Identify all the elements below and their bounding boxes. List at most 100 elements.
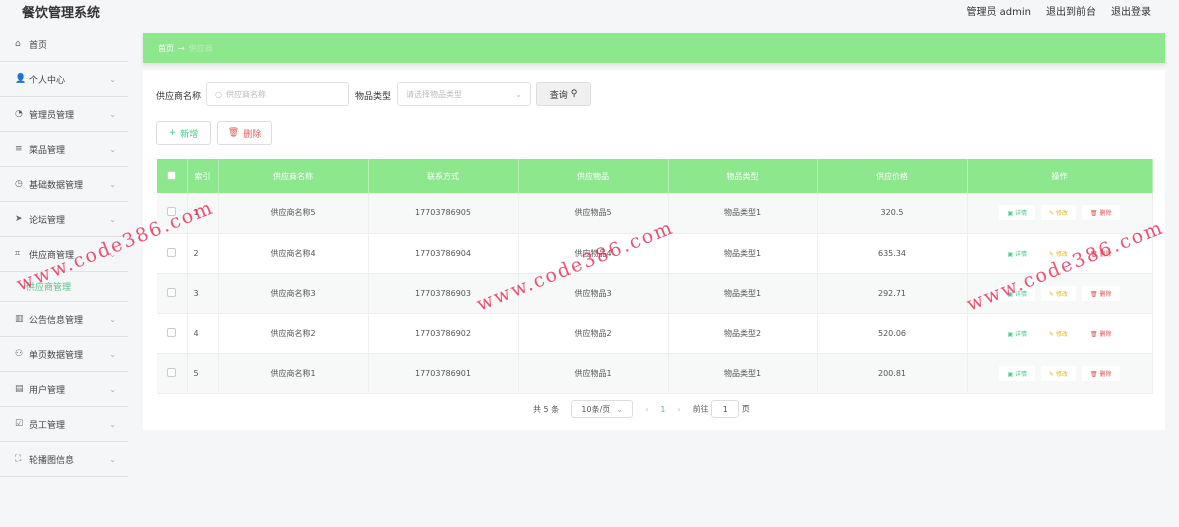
select-all-checkbox[interactable]: [157, 159, 188, 193]
sidebar-item[interactable]: ◔ 管理员管理 ⌄: [0, 97, 128, 132]
edit-button[interactable]: ✎ 修改: [1041, 365, 1076, 381]
sidebar-item[interactable]: ➤ 论坛管理 ⌄: [0, 202, 128, 237]
sidebar-item-label: 公告信息管理: [29, 315, 84, 326]
search-icon: ○: [215, 89, 222, 99]
breadcrumb-home[interactable]: 首页: [158, 43, 174, 54]
edit-button[interactable]: ✎ 修改: [1041, 205, 1076, 221]
edit-label: 修改: [1055, 370, 1068, 378]
detail-button[interactable]: ▣ 详情: [999, 245, 1036, 261]
page-1[interactable]: 1: [660, 405, 665, 414]
column-header[interactable]: 联系方式: [368, 159, 519, 193]
sidebar-item[interactable]: ▥ 公告信息管理 ⌄: [0, 302, 128, 337]
sidebar-item-label: 管理员管理: [29, 110, 75, 121]
table-cell: 17703786901: [368, 353, 519, 394]
detail-button[interactable]: ▣ 详情: [999, 325, 1036, 341]
users-icon: ⚇: [15, 349, 24, 359]
sidebar: ⌂ 首页 👤 个人中心 ⌄ ◔ 管理员管理 ⌄ ≡ 菜品管理 ⌄ ◷ 基础数据管理 ⌄ ➤ 论坛管理 ⌄ ⌗ 供应商…: [0, 27, 128, 527]
detail-label: 详情: [1015, 370, 1028, 378]
delete-label: 删除: [1099, 290, 1112, 298]
page-size-select[interactable]: 10条/页 ⌄: [571, 400, 634, 418]
delete-button[interactable]: 🗑 删除: [1082, 205, 1120, 221]
goto-label: 前往: [692, 404, 709, 414]
column-header[interactable]: 供应商名称: [218, 159, 369, 193]
table-cell: 635.34: [817, 233, 968, 274]
prev-page-button[interactable]: ‹: [645, 405, 648, 414]
edit-label: 修改: [1055, 250, 1068, 258]
delete-label: 删除: [1099, 330, 1112, 338]
row-checkbox[interactable]: [167, 287, 177, 297]
sidebar-subitem[interactable]: 供应商管理: [0, 272, 128, 302]
delete-label: 删除: [1099, 210, 1112, 218]
sidebar-item[interactable]: ▤ 用户管理 ⌄: [0, 372, 128, 407]
detail-button[interactable]: ▣ 详情: [999, 285, 1036, 301]
supplier-name-input[interactable]: ○ 供应商名称: [206, 82, 349, 106]
sidebar-item[interactable]: ⚇ 单页数据管理 ⌄: [0, 337, 128, 372]
detail-icon: ▣: [1007, 290, 1016, 298]
chevron-down-icon: ⌄: [109, 249, 116, 259]
item-type-select[interactable]: 请选择物品类型 ⌄: [397, 82, 531, 106]
edit-button[interactable]: ✎ 修改: [1041, 285, 1076, 301]
sidebar-item[interactable]: ≡ 菜品管理 ⌄: [0, 132, 128, 167]
chevron-down-icon: ⌄: [109, 454, 116, 464]
next-page-button[interactable]: ›: [677, 405, 680, 414]
chevron-down-icon: ⌄: [109, 109, 116, 119]
top-link[interactable]: 退出登录: [1111, 3, 1151, 18]
chevron-down-icon: ⌄: [109, 419, 116, 429]
query-button[interactable]: 查询 ⚲: [536, 82, 591, 106]
sidebar-item[interactable]: ⛶ 轮播图信息 ⌄: [0, 442, 128, 477]
sidebar-item-label: 单页数据管理: [29, 350, 84, 361]
supplier-name-label: 供应商名称: [156, 92, 202, 102]
table-cell: 2: [187, 233, 219, 274]
detail-button[interactable]: ▣ 详情: [999, 205, 1036, 221]
sidebar-item-label: 基础数据管理: [29, 180, 84, 191]
placeholder: 请选择物品类型: [406, 89, 462, 99]
detail-button[interactable]: ▣ 详情: [999, 365, 1036, 381]
top-link[interactable]: 管理员 admin: [966, 3, 1031, 18]
column-header[interactable]: 索引: [187, 159, 219, 193]
sidebar-item[interactable]: 👤 个人中心 ⌄: [0, 62, 128, 97]
sidebar-item[interactable]: ☑ 员工管理 ⌄: [0, 407, 128, 442]
column-header[interactable]: 供应物品: [518, 159, 669, 193]
goto-page-input[interactable]: 1: [711, 400, 740, 418]
app-title: 餐饮管理系统: [22, 6, 101, 21]
delete-button[interactable]: 🗑 删除: [1082, 365, 1120, 381]
edit-icon: ✎: [1049, 290, 1056, 298]
add-button[interactable]: + 新增: [156, 121, 211, 145]
row-checkbox[interactable]: [167, 207, 177, 217]
table-cell: 供应商名称3: [218, 273, 369, 314]
edit-button[interactable]: ✎ 修改: [1041, 245, 1076, 261]
table-cell: 供应物品2: [518, 313, 669, 354]
sidebar-item[interactable]: ⌂ 首页: [0, 27, 128, 62]
table-cell: 1: [187, 193, 219, 234]
sidebar-item-label: 个人中心: [29, 75, 66, 86]
row-checkbox[interactable]: [167, 367, 177, 377]
row-checkbox[interactable]: [167, 247, 177, 257]
delete-button[interactable]: 🗑 删除: [1082, 285, 1120, 301]
delete-button[interactable]: 🗑 删除: [1082, 245, 1120, 261]
delete-button[interactable]: 🗑 删除: [217, 121, 272, 145]
sidebar-item[interactable]: ◷ 基础数据管理 ⌄: [0, 167, 128, 202]
edit-button[interactable]: ✎ 修改: [1041, 325, 1076, 341]
delete-button[interactable]: 🗑 删除: [1082, 325, 1120, 341]
delete-label: 删除: [1099, 250, 1112, 258]
column-header[interactable]: 物品类型: [668, 159, 818, 193]
table-row: 2 供应商名称4 17703786904 供应物品4 物品类型1 635.34 ▣ 详情 ✎ …: [157, 233, 1153, 274]
chevron-down-icon: ⌄: [109, 349, 116, 359]
table-cell: 17703786902: [368, 313, 519, 354]
column-header[interactable]: 操作: [967, 159, 1153, 193]
admin-icon: ◔: [15, 109, 23, 119]
table-row: 5 供应商名称1 17703786901 供应物品1 物品类型1 200.81 ▣ 详情 ✎ …: [157, 353, 1153, 394]
detail-icon: ▣: [1007, 210, 1016, 218]
row-checkbox[interactable]: [167, 327, 177, 337]
chevron-down-icon: ⌄: [109, 314, 116, 324]
user-icon: 👤: [15, 74, 27, 84]
column-header[interactable]: 供应价格: [817, 159, 968, 193]
delete-icon: 🗑: [1090, 250, 1100, 258]
table-cell: 4: [187, 313, 219, 354]
query-label: 查询: [549, 90, 568, 101]
delete-icon: 🗑: [1090, 370, 1100, 378]
sidebar-item[interactable]: ⌗ 供应商管理 ⌄: [0, 237, 128, 272]
chevron-down-icon: ⌄: [515, 89, 522, 99]
checkbox[interactable]: [167, 170, 177, 180]
top-link[interactable]: 退出到前台: [1046, 3, 1096, 18]
